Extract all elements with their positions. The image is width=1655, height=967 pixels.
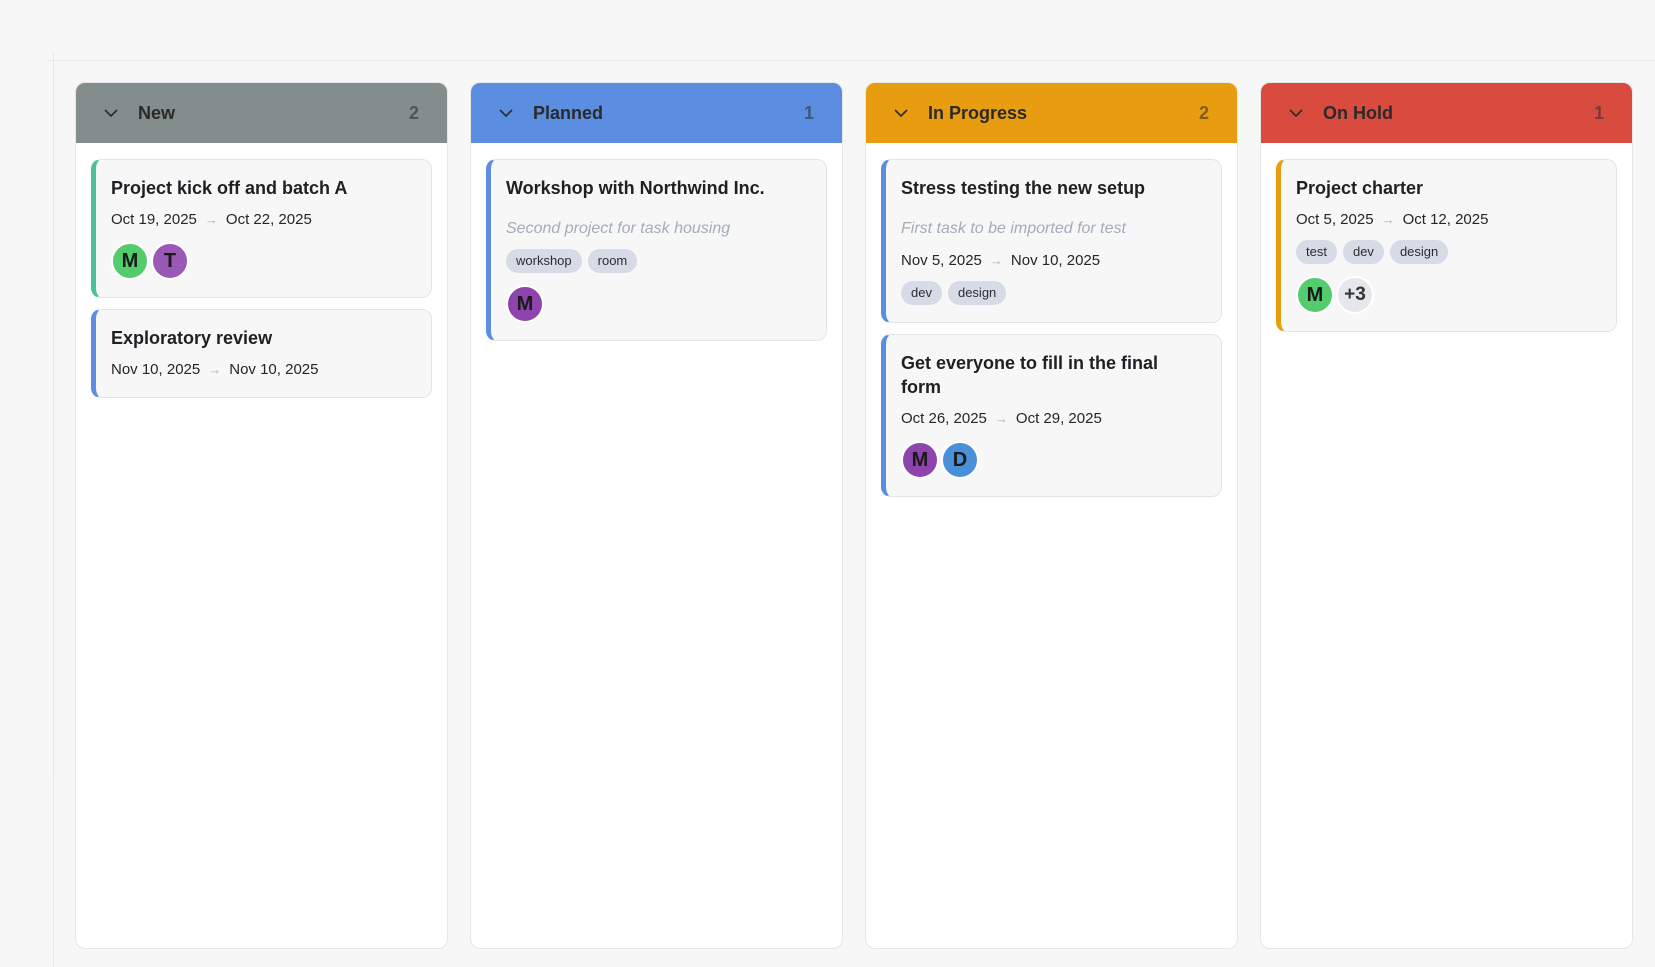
column-count: 2 bbox=[1199, 103, 1209, 124]
top-divider bbox=[48, 60, 1655, 61]
tag[interactable]: design bbox=[948, 281, 1006, 305]
tag-list: workshoproom bbox=[506, 249, 808, 273]
more-assignees[interactable]: +3 bbox=[1336, 276, 1374, 314]
arrow-icon: → bbox=[990, 251, 1003, 271]
tag[interactable]: room bbox=[588, 249, 638, 273]
task-card[interactable]: Exploratory reviewNov 10, 2025→Nov 10, 2… bbox=[91, 309, 432, 398]
card-title: Exploratory review bbox=[111, 326, 413, 350]
column-on-hold: On Hold1 Project charter Oct 5, 2025 → Oct 1… bbox=[1260, 82, 1633, 949]
column-title: New bbox=[138, 103, 409, 124]
kanban-board: New2Project kick off and batch AOct 19, … bbox=[75, 82, 1633, 949]
card-dates: Nov 5, 2025 → Nov 10, 2025 bbox=[901, 251, 1203, 271]
card-dates: Nov 10, 2025 → Nov 10, 2025 bbox=[111, 360, 413, 380]
tag[interactable]: workshop bbox=[506, 249, 582, 273]
tag[interactable]: dev bbox=[1343, 240, 1384, 264]
tag-list: testdevdesign bbox=[1296, 240, 1598, 264]
card-list: Workshop with Northwind Inc. Second proje… bbox=[471, 143, 842, 357]
arrow-icon: → bbox=[995, 409, 1008, 429]
end-date: Oct 12, 2025 bbox=[1403, 210, 1489, 230]
assignees: M bbox=[506, 285, 808, 323]
column-in-progress: In Progress2 Stress testing the new setup… bbox=[865, 82, 1238, 949]
chevron-down-icon[interactable] bbox=[102, 104, 120, 122]
column-planned: Planned1 Workshop with Northwind Inc. Seco… bbox=[470, 82, 843, 949]
end-date: Oct 29, 2025 bbox=[1016, 409, 1102, 429]
left-divider-lower bbox=[53, 775, 54, 967]
card-title: Get everyone to fill in the final form bbox=[901, 351, 1203, 399]
start-date: Oct 26, 2025 bbox=[901, 409, 987, 429]
column-count: 2 bbox=[409, 103, 419, 124]
avatar[interactable]: M bbox=[1296, 276, 1334, 314]
task-card[interactable]: Get everyone to fill in the final form Oc… bbox=[881, 334, 1222, 497]
start-date: Oct 19, 2025 bbox=[111, 210, 197, 230]
assignees: MD bbox=[901, 441, 1203, 479]
avatar[interactable]: D bbox=[941, 441, 979, 479]
card-dates: Oct 5, 2025 → Oct 12, 2025 bbox=[1296, 210, 1598, 230]
task-card[interactable]: Stress testing the new setup First task t… bbox=[881, 159, 1222, 323]
card-list: Stress testing the new setup First task t… bbox=[866, 143, 1237, 513]
assignees: M+3 bbox=[1296, 276, 1598, 314]
avatar[interactable]: M bbox=[506, 285, 544, 323]
assignees: MT bbox=[111, 242, 413, 280]
card-title: Project kick off and batch A bbox=[111, 176, 413, 200]
tag[interactable]: test bbox=[1296, 240, 1337, 264]
end-date: Nov 10, 2025 bbox=[1011, 251, 1100, 271]
arrow-icon: → bbox=[205, 210, 218, 230]
column-header: New2 bbox=[76, 83, 447, 143]
task-card[interactable]: Project charter Oct 5, 2025 → Oct 12, 2025 t… bbox=[1276, 159, 1617, 332]
end-date: Nov 10, 2025 bbox=[229, 360, 318, 380]
tag[interactable]: design bbox=[1390, 240, 1448, 264]
start-date: Nov 10, 2025 bbox=[111, 360, 200, 380]
chevron-down-icon[interactable] bbox=[892, 104, 910, 122]
column-count: 1 bbox=[804, 103, 814, 124]
end-date: Oct 22, 2025 bbox=[226, 210, 312, 230]
column-count: 1 bbox=[1594, 103, 1604, 124]
card-title: Project charter bbox=[1296, 176, 1598, 200]
task-card[interactable]: Project kick off and batch A Oct 19, 2025… bbox=[91, 159, 432, 298]
avatar[interactable]: M bbox=[111, 242, 149, 280]
card-description: First task to be imported for test bbox=[901, 219, 1203, 239]
column-title: Planned bbox=[533, 103, 804, 124]
card-title: Workshop with Northwind Inc. bbox=[506, 176, 808, 200]
chevron-down-icon[interactable] bbox=[1287, 104, 1305, 122]
avatar[interactable]: M bbox=[901, 441, 939, 479]
left-divider bbox=[53, 53, 54, 775]
card-list: Project charter Oct 5, 2025 → Oct 12, 2025 t… bbox=[1261, 143, 1632, 348]
card-description: Second project for task housing bbox=[506, 219, 808, 239]
card-title: Stress testing the new setup bbox=[901, 176, 1203, 200]
task-card[interactable]: Workshop with Northwind Inc. Second proje… bbox=[486, 159, 827, 341]
tag[interactable]: dev bbox=[901, 281, 942, 305]
tag-list: devdesign bbox=[901, 281, 1203, 305]
avatar[interactable]: T bbox=[151, 242, 189, 280]
start-date: Nov 5, 2025 bbox=[901, 251, 982, 271]
card-dates: Oct 19, 2025 → Oct 22, 2025 bbox=[111, 210, 413, 230]
start-date: Oct 5, 2025 bbox=[1296, 210, 1374, 230]
arrow-icon: → bbox=[208, 360, 221, 380]
column-new: New2 Project kick off and batch A Oct 19, … bbox=[75, 82, 448, 949]
arrow-icon: → bbox=[1382, 210, 1395, 230]
column-title: On Hold bbox=[1323, 103, 1594, 124]
card-dates: Oct 26, 2025 → Oct 29, 2025 bbox=[901, 409, 1203, 429]
chevron-down-icon[interactable] bbox=[497, 104, 515, 122]
column-title: In Progress bbox=[928, 103, 1199, 124]
column-header: Planned1 bbox=[471, 83, 842, 143]
column-header: In Progress2 bbox=[866, 83, 1237, 143]
card-list: Project kick off and batch A Oct 19, 2025… bbox=[76, 143, 447, 414]
column-header: On Hold1 bbox=[1261, 83, 1632, 143]
